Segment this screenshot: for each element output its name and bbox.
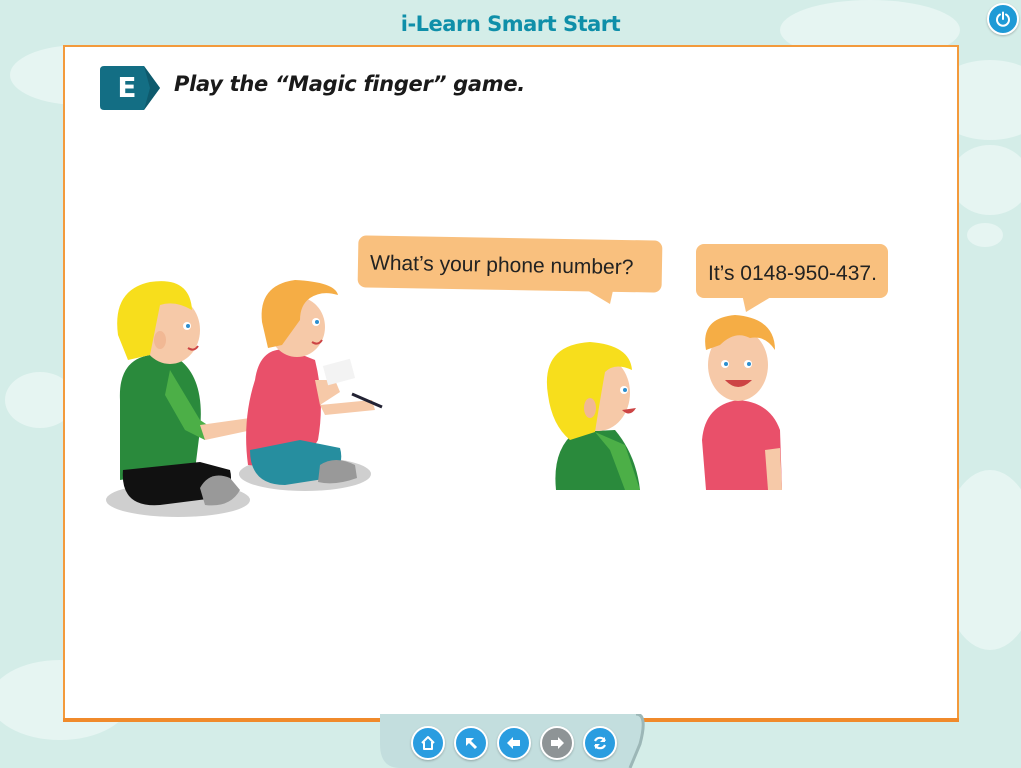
boy-blond-sitting	[117, 281, 252, 506]
children-illustration	[106, 280, 782, 517]
arrow-up-left-icon	[466, 738, 478, 750]
arrow-left-icon	[507, 737, 520, 749]
back-to-menu-button[interactable]	[454, 726, 488, 760]
previous-button[interactable]	[497, 726, 531, 760]
boy-ginger-standing	[702, 315, 782, 490]
next-button[interactable]	[540, 726, 574, 760]
boy-ginger-sitting	[246, 280, 383, 485]
arrow-right-icon	[551, 737, 564, 749]
home-button[interactable]	[411, 726, 445, 760]
boy-blond-standing	[546, 342, 640, 490]
home-icon	[421, 736, 435, 750]
refresh-button[interactable]	[583, 726, 617, 760]
refresh-icon	[594, 736, 606, 750]
